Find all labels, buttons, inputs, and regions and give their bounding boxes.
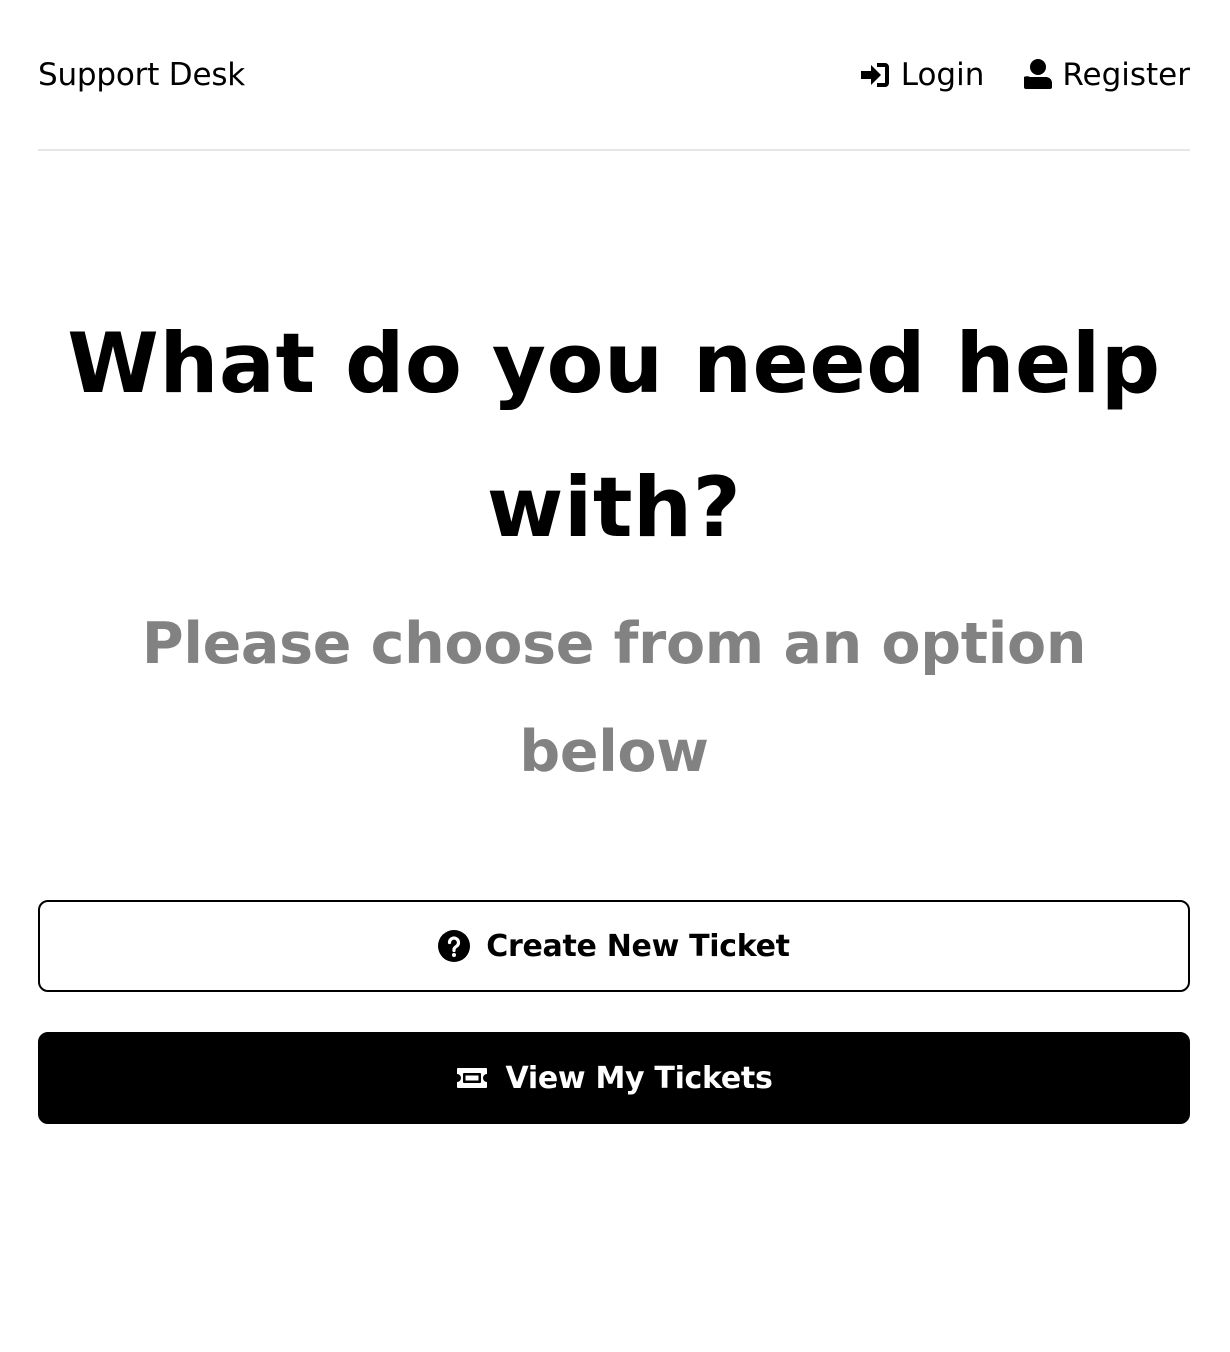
login-link[interactable]: Login [859,54,985,96]
page: Support Desk Login Register What do you … [0,0,1230,1352]
register-label: Register [1062,57,1190,93]
view-my-tickets-label: View My Tickets [505,1060,773,1096]
register-link[interactable]: Register [1024,54,1190,96]
hero: What do you need help with? Please choos… [38,292,1190,806]
ticket-icon [455,1066,489,1090]
page-subheading: Please choose from an option below [141,611,1087,785]
sign-in-icon [859,61,891,89]
top-nav: Login Register [859,54,1190,96]
create-new-ticket-button[interactable]: Create New Ticket [38,900,1190,992]
header: Support Desk Login Register [38,0,1190,151]
brand-link[interactable]: Support Desk [38,54,245,96]
question-circle-icon [438,930,471,962]
page-heading: What do you need help with? [67,315,1161,556]
view-my-tickets-button[interactable]: View My Tickets [38,1032,1190,1124]
create-new-ticket-label: Create New Ticket [486,928,790,964]
user-icon [1024,59,1053,91]
login-label: Login [900,57,985,93]
